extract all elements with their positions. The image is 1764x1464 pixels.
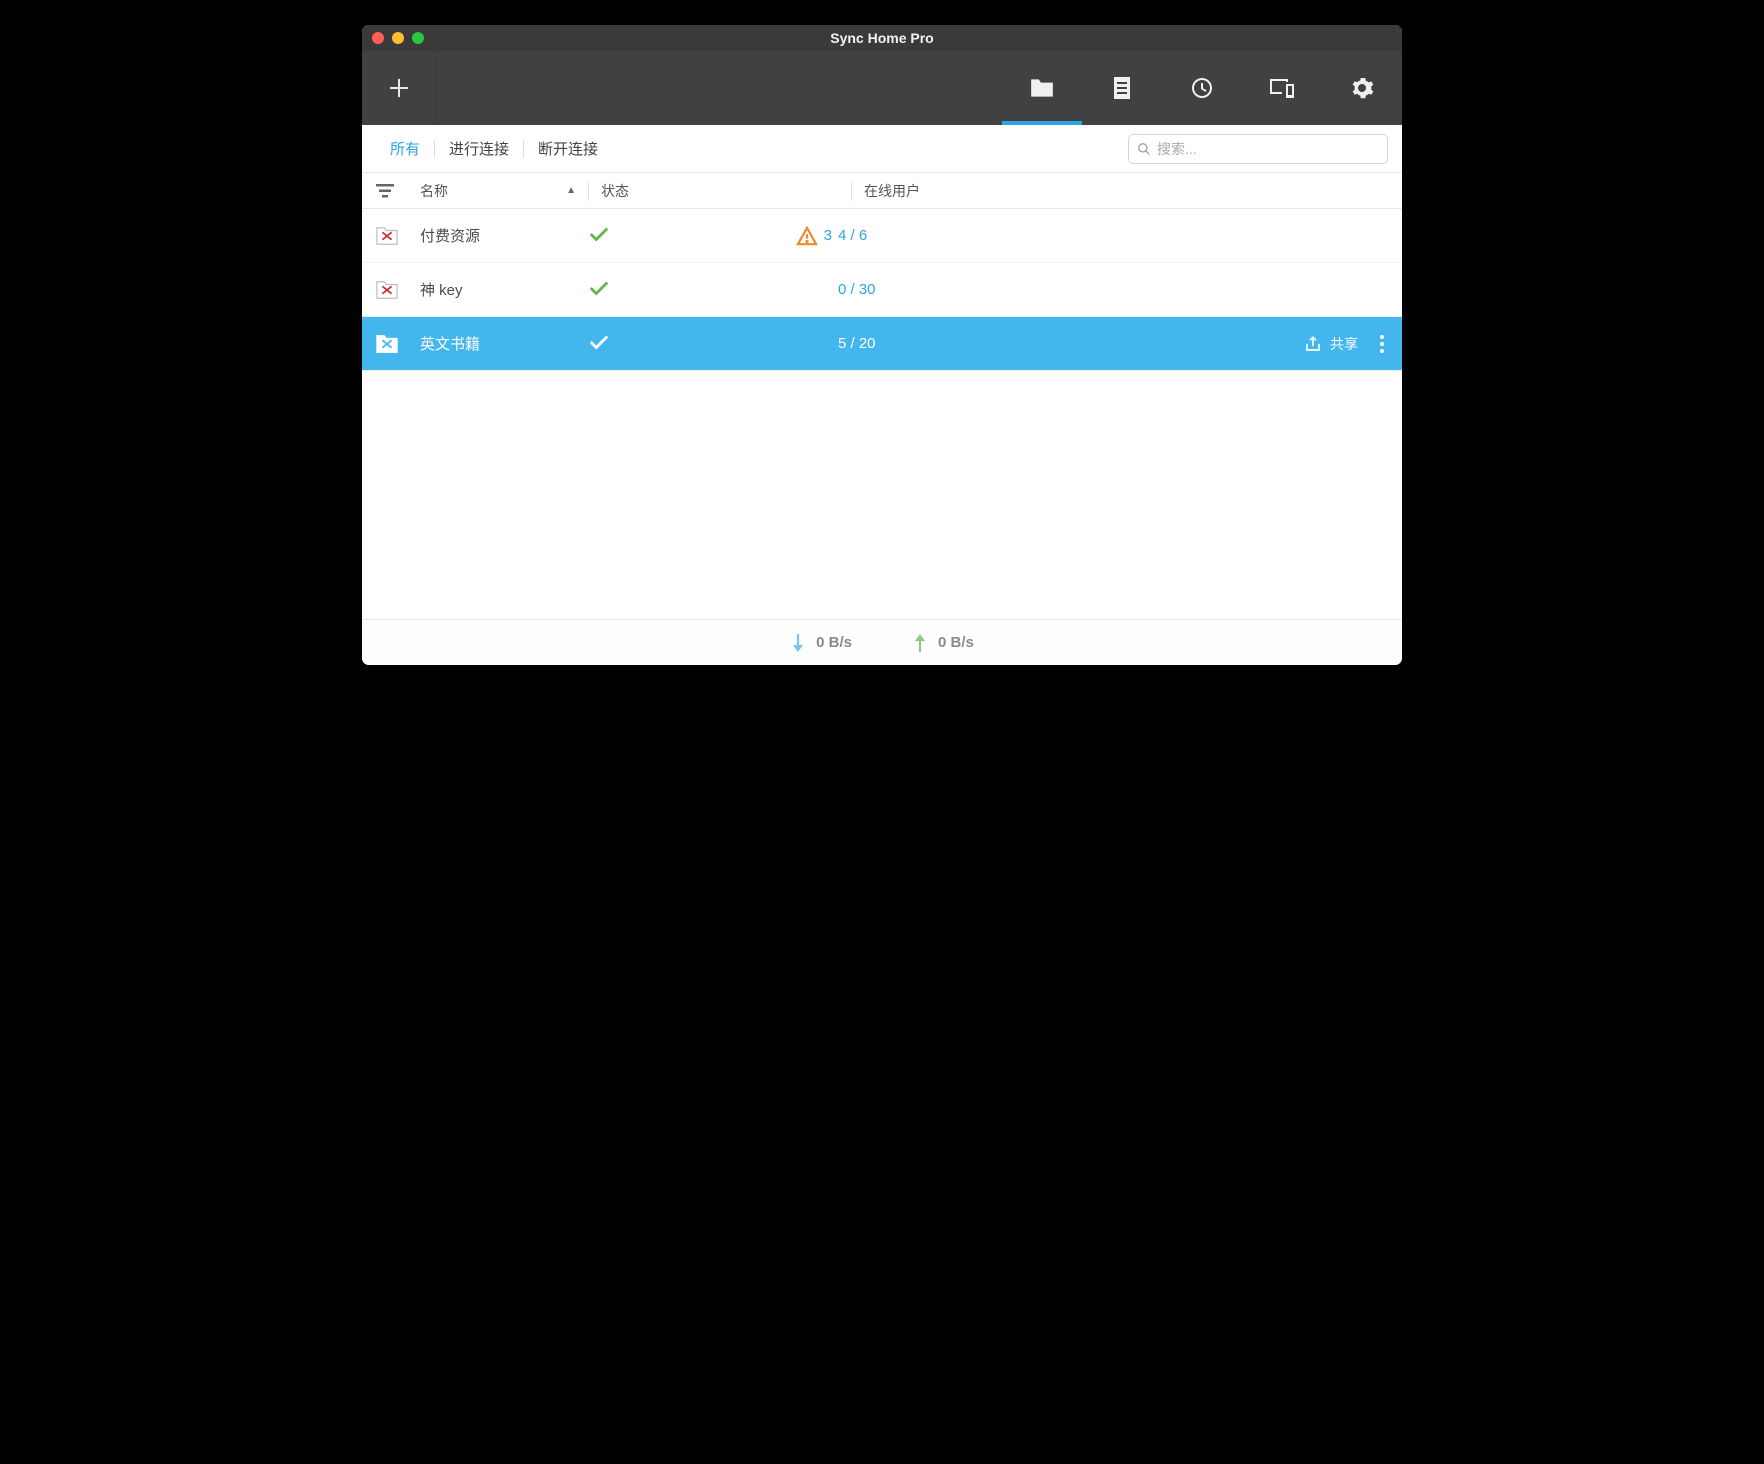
folder-name: 英文书籍	[420, 333, 588, 354]
status-bar: 0 B/s 0 B/s	[362, 619, 1402, 665]
users-online: 0 / 30	[838, 281, 876, 298]
tab-folders[interactable]	[1002, 51, 1082, 125]
tab-list[interactable]	[1082, 51, 1162, 125]
minimize-window-button[interactable]	[392, 32, 404, 44]
warning-count: 3	[824, 227, 832, 244]
download-arrow-icon	[790, 634, 806, 652]
search-icon	[1137, 142, 1151, 156]
filter-icon-header[interactable]	[376, 184, 420, 198]
folder-name: 神 key	[420, 279, 588, 300]
close-window-button[interactable]	[372, 32, 384, 44]
upload-arrow-icon	[912, 634, 928, 652]
folder-disconnected-icon	[376, 280, 398, 300]
share-label: 共享	[1330, 334, 1358, 354]
folder-disconnected-icon	[376, 334, 398, 354]
window-title: Sync Home Pro	[362, 30, 1402, 46]
filter-disconnected[interactable]: 断开连接	[524, 125, 612, 172]
share-button[interactable]: 共享	[1304, 334, 1358, 354]
toolbar	[362, 51, 1402, 125]
folder-rows: 付费资源 3 4 / 6 神 key	[362, 209, 1402, 619]
folder-icon	[1029, 77, 1055, 99]
header-users[interactable]: 在线用户	[864, 181, 1388, 201]
upload-speed: 0 B/s	[912, 634, 974, 652]
warning-icon	[796, 226, 818, 246]
tab-history[interactable]	[1162, 51, 1242, 125]
search-input[interactable]	[1157, 141, 1379, 157]
devices-icon	[1269, 77, 1295, 99]
list-icon	[1111, 76, 1133, 100]
users-online: 5 / 20	[838, 335, 876, 352]
tab-devices[interactable]	[1242, 51, 1322, 125]
check-icon	[588, 279, 610, 301]
toolbar-tabs	[1002, 51, 1402, 125]
folder-row[interactable]: 神 key 0 / 30	[362, 263, 1402, 317]
header-users-label: 在线用户	[864, 183, 920, 199]
plus-icon	[387, 76, 411, 100]
users-online: 4 / 6	[838, 227, 867, 244]
separator	[588, 181, 589, 201]
folder-row[interactable]: 付费资源 3 4 / 6	[362, 209, 1402, 263]
header-status-label: 状态	[601, 183, 629, 199]
filter-connecting[interactable]: 进行连接	[435, 125, 523, 172]
filter-icon	[376, 184, 394, 198]
check-icon	[588, 333, 610, 355]
upload-speed-value: 0 B/s	[938, 634, 974, 651]
gear-icon	[1350, 76, 1374, 100]
header-status[interactable]: 状态	[601, 181, 851, 201]
filter-bar: 所有 进行连接 断开连接	[362, 125, 1402, 173]
download-speed-value: 0 B/s	[816, 634, 852, 651]
header-name-label: 名称	[420, 181, 448, 201]
zoom-window-button[interactable]	[412, 32, 424, 44]
clock-icon	[1190, 76, 1214, 100]
folder-disconnected-icon	[376, 226, 398, 246]
traffic-lights	[362, 32, 424, 44]
download-speed: 0 B/s	[790, 634, 852, 652]
titlebar: Sync Home Pro	[362, 25, 1402, 51]
dot-icon	[1380, 349, 1384, 353]
search-field[interactable]	[1128, 134, 1388, 164]
filter-all[interactable]: 所有	[376, 125, 434, 172]
column-headers: 名称 ▲ 状态 在线用户	[362, 173, 1402, 209]
separator	[851, 181, 852, 201]
sort-asc-icon: ▲	[566, 185, 576, 196]
dot-icon	[1380, 335, 1384, 339]
dot-icon	[1380, 342, 1384, 346]
share-icon	[1304, 335, 1322, 353]
more-button[interactable]	[1376, 331, 1388, 357]
tab-settings[interactable]	[1322, 51, 1402, 125]
header-name[interactable]: 名称 ▲	[420, 181, 588, 201]
add-folder-button[interactable]	[362, 51, 436, 125]
app-window: Sync Home Pro 所有	[362, 25, 1402, 665]
folder-name: 付费资源	[420, 225, 588, 246]
check-icon	[588, 225, 610, 247]
folder-row[interactable]: 英文书籍 5 / 20 共享	[362, 317, 1402, 371]
